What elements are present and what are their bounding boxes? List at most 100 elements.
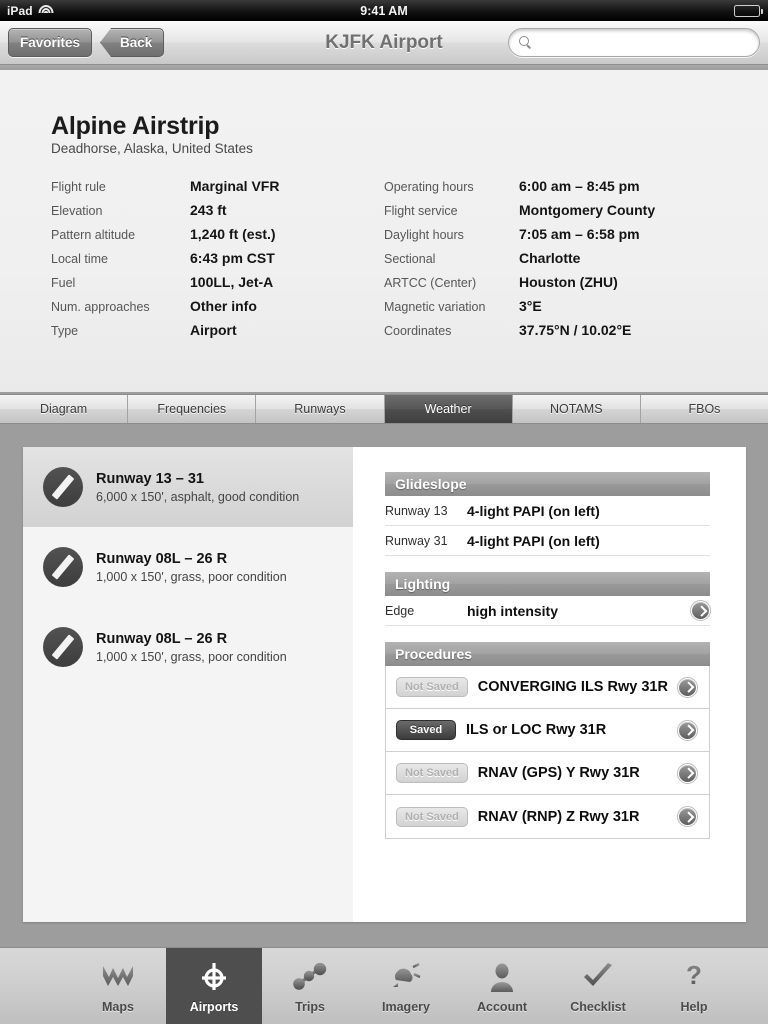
- app-root: iPad 9:41 AM Favorites Back KJFK Airport…: [0, 0, 768, 1024]
- airport-field-row: Local time 6:43 pm CST: [51, 250, 361, 274]
- runway-detail-column: Glideslope Runway 13 4-light PAPI (on lef…: [353, 447, 746, 922]
- procedure-name: RNAV (GPS) Y Rwy 31R: [477, 765, 640, 781]
- chevron-right-icon[interactable]: [690, 600, 711, 621]
- runway-subtitle: 1,000 x 150', grass, poor condition: [96, 649, 287, 664]
- airport-field-value: 7:05 am – 6:58 pm: [519, 226, 640, 242]
- maps-icon: [98, 959, 138, 995]
- help-icon: ?: [674, 959, 714, 995]
- airport-field-label: Pattern altitude: [51, 228, 136, 242]
- runway-list-item[interactable]: Runway 08L – 26 R 1,000 x 150', grass, po…: [23, 607, 353, 687]
- imagery-icon: [386, 959, 426, 995]
- toolbar-item-label: Checklist: [570, 999, 626, 1014]
- airport-field-label: ARTCC (Center): [384, 276, 477, 290]
- status-bar: iPad 9:41 AM: [0, 0, 768, 21]
- checklist-icon: [578, 959, 618, 995]
- tab-fbos[interactable]: FBOs: [640, 395, 768, 423]
- runway-list: Runway 13 – 31 6,000 x 150', asphalt, goo…: [23, 447, 380, 922]
- tab-weather[interactable]: Weather: [384, 395, 513, 423]
- procedure-row[interactable]: Not Saved RNAV (GPS) Y Rwy 31R: [386, 752, 709, 795]
- airport-field-label: Type: [51, 324, 79, 338]
- airport-field-label: Fuel: [51, 276, 76, 290]
- runway-list-item[interactable]: Runway 08L – 26 R 1,000 x 150', grass, po…: [23, 527, 353, 607]
- chevron-right-icon[interactable]: [677, 806, 698, 827]
- glideslope-rows: Runway 13 4-light PAPI (on left) Runway 31…: [385, 496, 710, 556]
- runway-subtitle: 1,000 x 150', grass, poor condition: [96, 569, 287, 584]
- airport-field-row: Pattern altitude 1,240 ft (est.): [51, 226, 361, 250]
- status-badge[interactable]: Not Saved: [396, 677, 468, 697]
- account-icon: [482, 959, 522, 995]
- airport-field-value: Airport: [190, 322, 237, 338]
- airport-field-row: Sectional Charlotte: [384, 250, 724, 274]
- procedure-name: RNAV (RNP) Z Rwy 31R: [477, 808, 640, 825]
- runway-title: Runway 08L – 26 R: [96, 630, 228, 647]
- airport-info-panel: Alpine Airstrip Deadhorse, Alaska, Unite…: [0, 70, 768, 392]
- glideslope-row: Runway 13 4-light PAPI (on left): [385, 496, 710, 526]
- glideslope-value: 4-light PAPI (on left): [467, 502, 600, 519]
- toolbar-item-label: Imagery: [382, 999, 430, 1014]
- toolbar-item-account[interactable]: Account: [454, 948, 550, 1024]
- airport-field-row: ARTCC (Center) Houston (ZHU): [384, 274, 724, 298]
- procedures-section: Procedures Not Saved CONVERGING ILS Rwy 3…: [385, 642, 710, 839]
- status-badge[interactable]: Saved: [396, 720, 456, 740]
- section-gap-2: [385, 626, 710, 642]
- tab-diagram[interactable]: Diagram: [0, 395, 129, 423]
- airport-field-label: Num. approaches: [51, 300, 150, 314]
- tab-runways[interactable]: Runways: [256, 395, 385, 423]
- airport-field-row: Flight service Montgomery County: [384, 202, 724, 226]
- procedures-section-header: Procedures: [385, 642, 710, 666]
- lighting-label: Edge: [385, 603, 415, 618]
- status-badge[interactable]: Not Saved: [396, 806, 468, 827]
- lighting-row[interactable]: Edge high intensity: [385, 596, 711, 626]
- airport-field-value: 6:00 am – 8:45 pm: [519, 178, 640, 194]
- airport-field-row: Operating hours 6:00 am – 8:45 pm: [384, 178, 724, 202]
- battery-icon: [734, 4, 763, 17]
- airport-field-label: Daylight hours: [384, 228, 464, 242]
- airport-field-label: Local time: [51, 252, 108, 266]
- bottom-toolbar: Maps Airports Trips Imagery Account Checklist…: [0, 947, 768, 1024]
- toolbar-item-maps[interactable]: Maps: [70, 948, 166, 1024]
- toolbar-item-help[interactable]: ? Help: [646, 948, 742, 1024]
- navigation-bar: Favorites Back KJFK Airport: [0, 21, 768, 65]
- airport-field-value: 6:43 pm CST: [190, 250, 275, 266]
- airport-info-left-column: Flight rule Marginal VFR Elevation 243 ft Pa…: [51, 178, 361, 346]
- chevron-right-icon[interactable]: [677, 676, 698, 698]
- toolbar-item-imagery[interactable]: Imagery: [358, 948, 454, 1024]
- lighting-rows: Edge high intensity: [385, 596, 711, 626]
- runway-icon: [43, 467, 83, 507]
- airport-field-value: 100LL, Jet-A: [190, 274, 274, 290]
- airport-field-row: Magnetic variation 3°E: [384, 298, 724, 322]
- toolbar-item-checklist[interactable]: Checklist: [550, 948, 646, 1024]
- chevron-right-icon[interactable]: [677, 762, 698, 784]
- glideslope-label: Runway 31: [385, 533, 448, 548]
- airport-field-row: Flight rule Marginal VFR: [51, 178, 361, 202]
- airport-name: Alpine Airstrip: [51, 112, 220, 140]
- svg-text:?: ?: [686, 962, 702, 990]
- airport-field-row: Daylight hours 7:05 am – 6:58 pm: [384, 226, 724, 250]
- airport-field-label: Flight service: [384, 204, 458, 218]
- status-bar-time: 9:41 AM: [360, 3, 408, 18]
- procedure-row[interactable]: Not Saved CONVERGING ILS Rwy 31R: [386, 666, 709, 709]
- lighting-section-header: Lighting: [385, 572, 710, 596]
- procedure-row[interactable]: Saved ILS or LOC Rwy 31R: [386, 709, 709, 752]
- procedure-row[interactable]: Not Saved RNAV (RNP) Z Rwy 31R: [386, 795, 709, 838]
- airport-field-value: 1,240 ft (est.): [190, 226, 276, 242]
- airport-field-row: Num. approaches Other info: [51, 298, 361, 322]
- airport-field-label: Coordinates: [384, 324, 452, 338]
- toolbar-item-trips[interactable]: Trips: [262, 948, 358, 1024]
- glideslope-section: Glideslope Runway 13 4-light PAPI (on lef…: [385, 472, 710, 556]
- toolbar-item-label: Account: [477, 999, 527, 1014]
- toolbar-item-label: Maps: [102, 999, 134, 1014]
- airport-field-value: 243 ft: [190, 202, 227, 218]
- procedure-name: CONVERGING ILS Rwy 31R: [477, 679, 668, 695]
- chevron-right-icon[interactable]: [677, 719, 698, 741]
- airport-location: Deadhorse, Alaska, United States: [51, 141, 253, 156]
- airport-field-value: 3°E: [519, 298, 542, 314]
- airport-field-label: Flight rule: [51, 180, 106, 194]
- lighting-section: Lighting Edge high intensity: [385, 572, 711, 626]
- tab-notams[interactable]: NOTAMS: [512, 395, 641, 423]
- tab-frequencies[interactable]: Frequencies: [128, 395, 257, 423]
- status-badge[interactable]: Not Saved: [396, 763, 468, 783]
- runway-list-item[interactable]: Runway 13 – 31 6,000 x 150', asphalt, goo…: [23, 447, 380, 527]
- toolbar-item-airports[interactable]: Airports: [166, 948, 262, 1024]
